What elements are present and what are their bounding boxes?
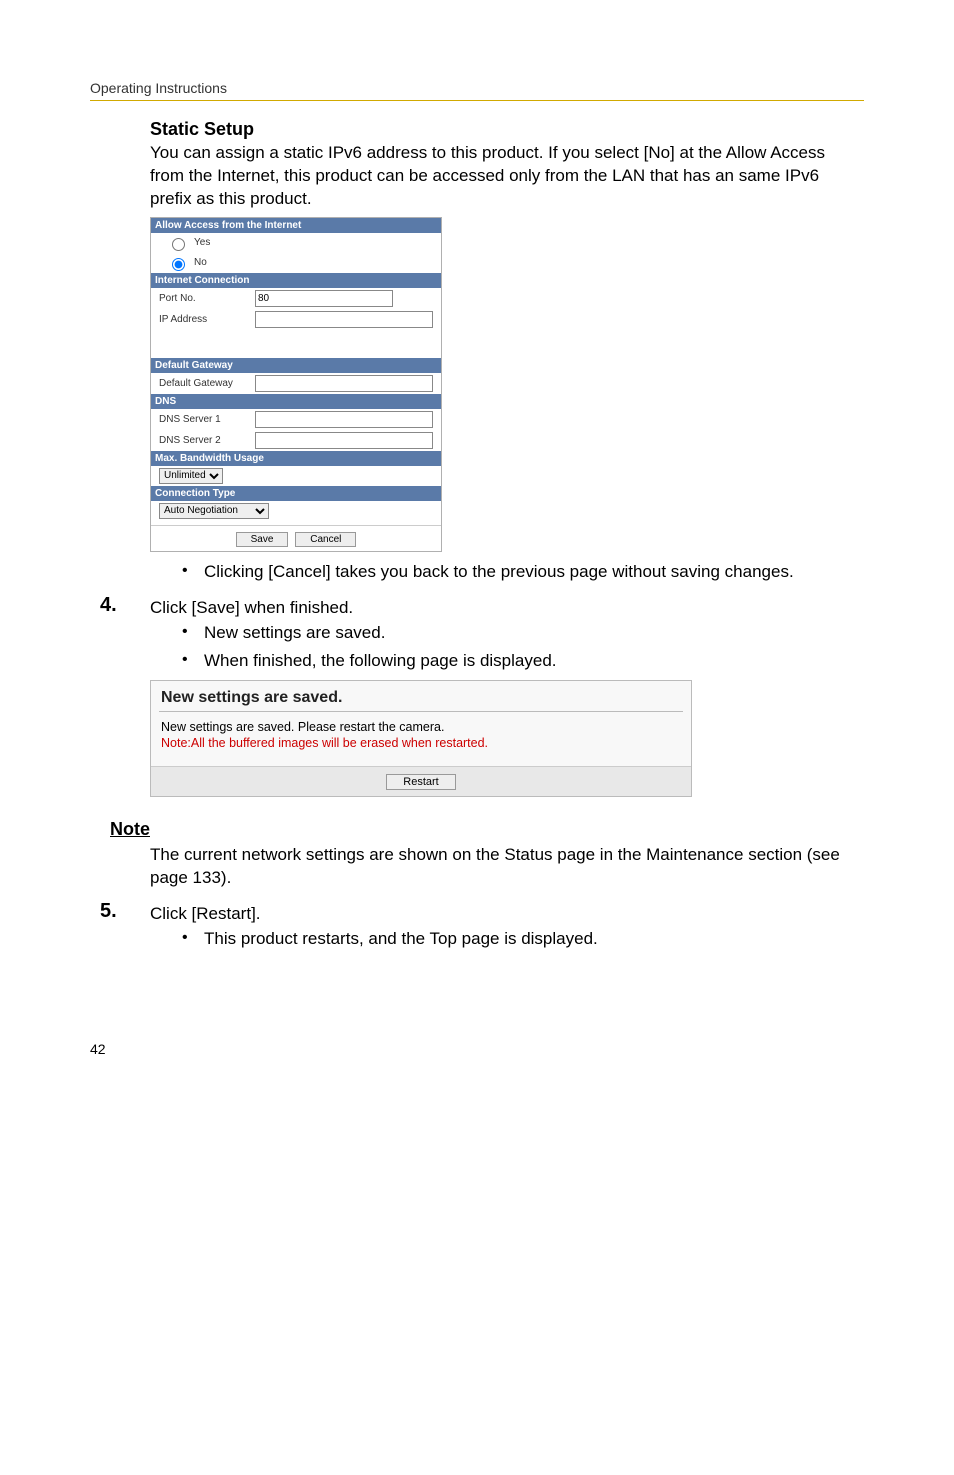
dialog-title: New settings are saved. <box>151 681 691 711</box>
max-bandwidth-select[interactable]: Unlimited <box>159 468 223 484</box>
bullet-icon: • <box>182 649 204 671</box>
connection-type-section-title: Connection Type <box>151 486 441 501</box>
bullet-icon: • <box>182 560 204 582</box>
dns1-label: DNS Server 1 <box>159 414 249 425</box>
default-gateway-section-title: Default Gateway <box>151 358 441 373</box>
internet-connection-section-title: Internet Connection <box>151 273 441 288</box>
save-button[interactable]: Save <box>236 532 289 547</box>
step-5-text: Click [Restart]. <box>150 900 261 925</box>
step-4-bullet-2: When finished, the following page is dis… <box>204 649 557 673</box>
dns2-label: DNS Server 2 <box>159 435 249 446</box>
ipv6-settings-form: Allow Access from the Internet Yes No In… <box>150 217 442 552</box>
allow-access-no-label: No <box>194 257 207 268</box>
allow-access-yes-label: Yes <box>194 237 210 248</box>
port-no-label: Port No. <box>159 293 249 304</box>
note-text: The current network settings are shown o… <box>150 844 854 890</box>
port-no-input[interactable] <box>255 290 393 307</box>
dns-section-title: DNS <box>151 394 441 409</box>
page-number: 42 <box>90 1041 864 1057</box>
ip-address-label: IP Address <box>159 314 249 325</box>
restart-button[interactable]: Restart <box>386 774 455 790</box>
cancel-note-text: Clicking [Cancel] takes you back to the … <box>204 560 794 584</box>
note-heading: Note <box>110 819 864 840</box>
step-4-text: Click [Save] when finished. <box>150 594 353 619</box>
dns2-input[interactable] <box>255 432 433 449</box>
allow-access-no-radio[interactable] <box>172 258 185 271</box>
dialog-line-2: Note:All the buffered images will be era… <box>151 736 691 752</box>
dns1-input[interactable] <box>255 411 433 428</box>
allow-access-section-title: Allow Access from the Internet <box>151 218 441 233</box>
static-setup-heading: Static Setup <box>150 119 864 140</box>
ip-address-input[interactable] <box>255 311 433 328</box>
step-5-bullet-1: This product restarts, and the Top page … <box>204 927 598 951</box>
static-setup-paragraph: You can assign a static IPv6 address to … <box>150 142 854 211</box>
default-gateway-input[interactable] <box>255 375 433 392</box>
settings-saved-dialog: New settings are saved. New settings are… <box>150 680 692 797</box>
connection-type-select[interactable]: Auto Negotiation <box>159 503 269 519</box>
step-4-number: 4. <box>100 594 150 617</box>
bullet-icon: • <box>182 621 204 643</box>
max-bandwidth-section-title: Max. Bandwidth Usage <box>151 451 441 466</box>
cancel-button[interactable]: Cancel <box>295 532 356 547</box>
default-gateway-label: Default Gateway <box>159 378 249 389</box>
dialog-line-1: New settings are saved. Please restart t… <box>151 720 691 736</box>
step-4-bullet-1: New settings are saved. <box>204 621 385 645</box>
allow-access-yes-radio[interactable] <box>172 238 185 251</box>
step-5-number: 5. <box>100 900 150 923</box>
running-header: Operating Instructions <box>90 80 864 101</box>
bullet-icon: • <box>182 927 204 949</box>
